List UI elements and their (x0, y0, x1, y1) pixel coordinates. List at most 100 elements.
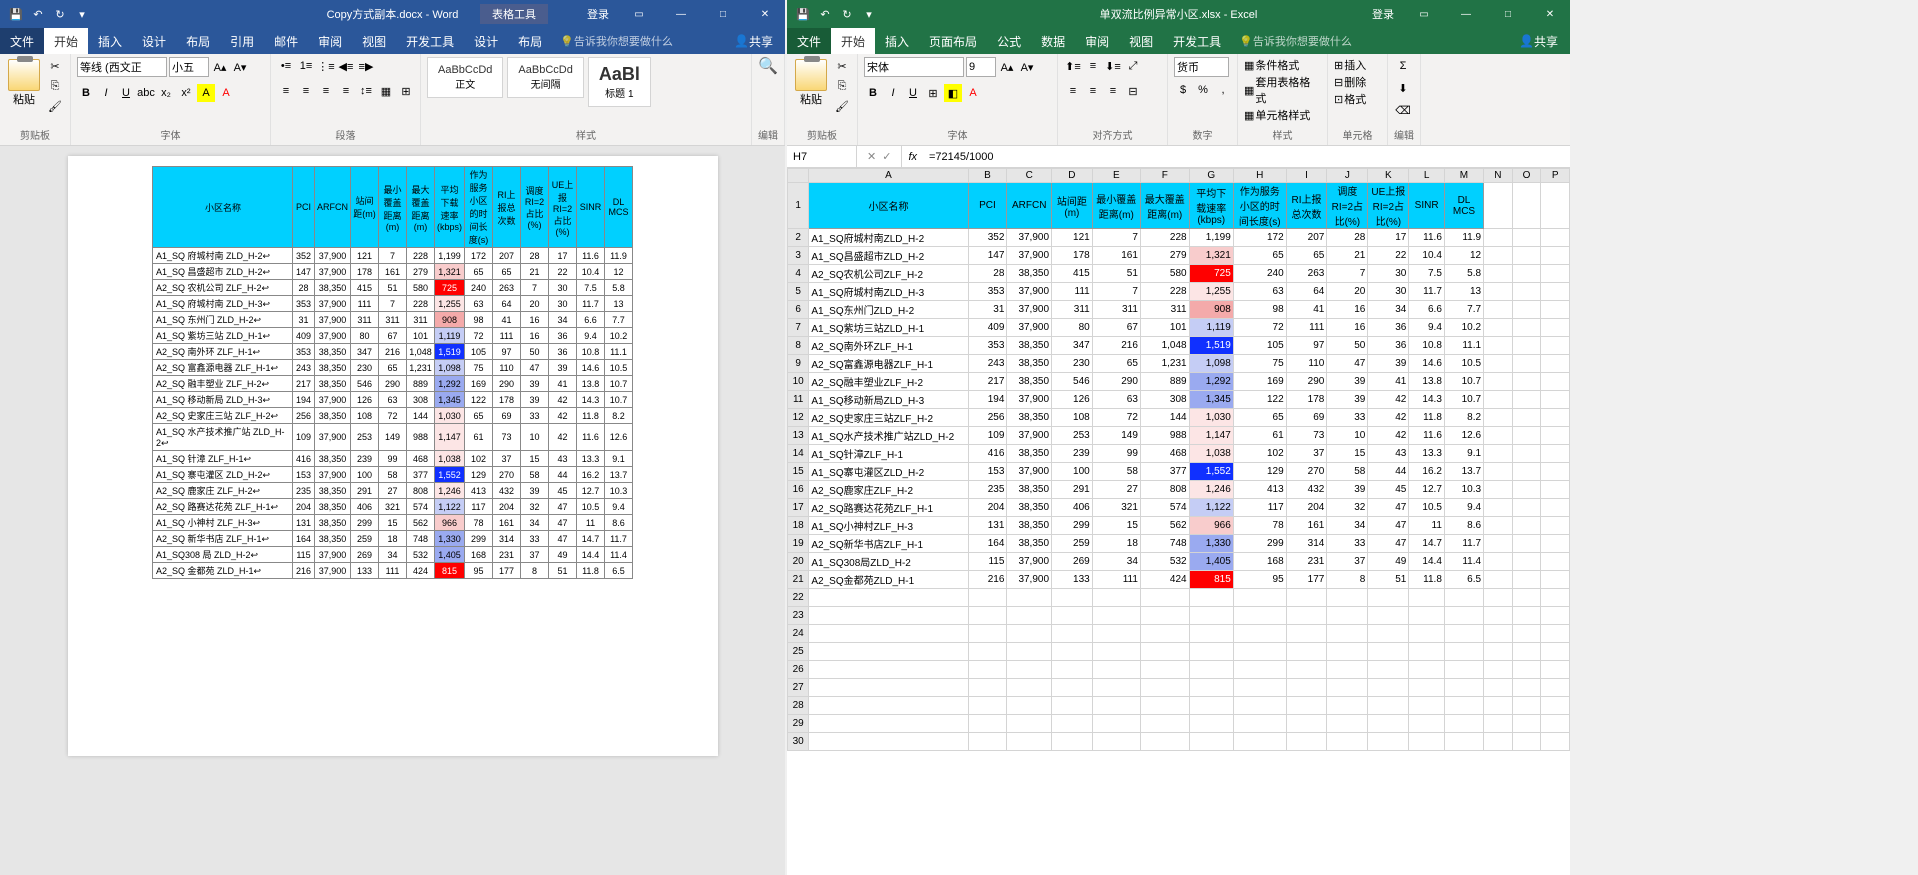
cell[interactable]: 38,350 (1007, 499, 1052, 517)
cell[interactable] (1512, 697, 1541, 715)
cell[interactable]: 10.8 (577, 344, 605, 360)
cell-name[interactable]: A1_SQ小神村ZLF_H-3 (809, 517, 968, 535)
cell[interactable] (1541, 445, 1570, 463)
cell-name[interactable]: A2_SQ鹿家庄ZLF_H-2 (809, 481, 968, 499)
cell[interactable]: 194 (968, 391, 1007, 409)
copy-icon[interactable]: ⎘ (46, 77, 64, 95)
cell[interactable] (1541, 391, 1570, 409)
cell[interactable]: 65 (379, 360, 407, 376)
cell[interactable] (1541, 337, 1570, 355)
cell[interactable] (1409, 607, 1445, 625)
cell[interactable]: 43 (1368, 445, 1409, 463)
cell[interactable]: 44 (549, 467, 577, 483)
cell[interactable]: 11.9 (1444, 229, 1483, 247)
cell[interactable]: 33 (1327, 535, 1368, 553)
table-row[interactable]: A1_SQ 移动新局 ZLD_H-3↩19437,900126633081,34… (153, 392, 633, 408)
cell[interactable]: 432 (493, 483, 521, 499)
menu-file[interactable]: 文件 (0, 28, 44, 54)
cell[interactable]: 299 (1233, 535, 1286, 553)
cell[interactable]: 11.6 (1409, 229, 1445, 247)
row-header[interactable]: 18 (788, 517, 809, 535)
cell[interactable] (1368, 679, 1409, 697)
cell[interactable]: 33 (521, 408, 549, 424)
cell[interactable] (1512, 463, 1541, 481)
cell[interactable] (1189, 643, 1233, 661)
cell[interactable]: 259 (351, 531, 379, 547)
cell[interactable]: 37,900 (1007, 553, 1052, 571)
cell[interactable]: 889 (1140, 373, 1189, 391)
table-row[interactable]: A1_SQ 东州门 ZLD_H-2↩3137,90031131131190898… (153, 312, 633, 328)
cell[interactable]: 131 (293, 515, 315, 531)
cut-icon[interactable]: ✂ (833, 57, 851, 75)
cell[interactable] (1512, 265, 1541, 283)
cell[interactable]: 38,350 (315, 451, 351, 467)
cell[interactable]: 126 (351, 392, 379, 408)
cell[interactable]: 1,519 (1189, 337, 1233, 355)
cell[interactable] (1007, 643, 1052, 661)
cell[interactable]: 194 (293, 392, 315, 408)
cell[interactable] (1286, 643, 1327, 661)
cell[interactable]: 164 (968, 535, 1007, 553)
cell[interactable]: 15 (521, 451, 549, 467)
cell[interactable]: 9.1 (605, 451, 633, 467)
login-button[interactable]: 登录 (1364, 6, 1402, 22)
table-row[interactable]: A2_SQ 农机公司 ZLF_H-2↩2838,3504155158072524… (153, 280, 633, 296)
table-row[interactable]: A2_SQ 鹿家庄 ZLF_H-2↩23538,350291278081,246… (153, 483, 633, 499)
table-row[interactable]: 16A2_SQ鹿家庄ZLF_H-223538,350291278081,2464… (788, 481, 1570, 499)
italic-button[interactable]: I (97, 84, 115, 102)
cell-name[interactable]: A2_SQ 金都苑 ZLD_H-1↩ (153, 563, 293, 579)
cell[interactable]: 11.7 (1444, 535, 1483, 553)
cell[interactable]: 161 (493, 515, 521, 531)
cell[interactable]: 228 (1140, 283, 1189, 301)
cell[interactable] (1512, 571, 1541, 589)
inc-indent-icon[interactable]: ≡▶ (357, 57, 375, 75)
header-cell[interactable]: 小区名称 (809, 183, 968, 229)
cell[interactable]: 1,199 (1189, 229, 1233, 247)
cell[interactable] (1444, 625, 1483, 643)
cell[interactable]: 1,255 (435, 296, 465, 312)
table-row[interactable]: A1_SQ 寨屯灌区 ZLD_H-2↩15337,900100583771,55… (153, 467, 633, 483)
cell[interactable]: 149 (379, 424, 407, 451)
row-header[interactable]: 1 (788, 183, 809, 229)
cell[interactable]: 147 (293, 264, 315, 280)
cell[interactable] (1052, 661, 1093, 679)
cell[interactable]: 37,900 (315, 296, 351, 312)
cell[interactable]: 121 (1052, 229, 1093, 247)
cell[interactable]: 10.7 (605, 376, 633, 392)
cell[interactable]: 129 (1233, 463, 1286, 481)
minimize-icon[interactable]: — (661, 0, 701, 28)
cell[interactable] (1327, 697, 1368, 715)
cell[interactable]: 15 (1092, 517, 1140, 535)
cell[interactable] (1484, 625, 1513, 643)
table-row[interactable]: 11A1_SQ移动新局ZLD_H-319437,900126633081,345… (788, 391, 1570, 409)
cell[interactable]: 126 (1052, 391, 1093, 409)
cell[interactable]: 101 (1140, 319, 1189, 337)
row-header[interactable]: 2 (788, 229, 809, 247)
cell[interactable]: 889 (407, 376, 435, 392)
cell-name[interactable]: A1_SQ水产技术推广站ZLD_H-2 (809, 427, 968, 445)
col-header[interactable]: A (809, 169, 968, 183)
orientation-icon[interactable]: ⤢ (1124, 57, 1142, 75)
header-cell[interactable]: 最大覆盖距离(m) (1140, 183, 1189, 229)
cell[interactable]: 14.4 (1409, 553, 1445, 571)
cell[interactable]: 204 (968, 499, 1007, 517)
cell[interactable] (1140, 607, 1189, 625)
cell[interactable]: 409 (968, 319, 1007, 337)
cell[interactable]: 16 (521, 312, 549, 328)
cell[interactable]: 230 (351, 360, 379, 376)
cell[interactable] (1092, 679, 1140, 697)
cell[interactable]: 815 (1189, 571, 1233, 589)
cell[interactable] (1007, 733, 1052, 751)
cell[interactable]: 1,255 (1189, 283, 1233, 301)
cell[interactable]: 11.6 (1409, 427, 1445, 445)
cell[interactable]: 31 (293, 312, 315, 328)
autosum-icon[interactable]: Σ (1394, 57, 1412, 75)
cell[interactable]: 216 (1092, 337, 1140, 355)
cell[interactable]: 256 (968, 409, 1007, 427)
cell[interactable]: 10.3 (1444, 481, 1483, 499)
align-left-icon[interactable]: ≡ (277, 82, 295, 100)
cell[interactable]: 13.8 (1409, 373, 1445, 391)
header-cell[interactable]: 调度RI=2占比(%) (1327, 183, 1368, 229)
cell[interactable] (1007, 661, 1052, 679)
cell[interactable] (1286, 733, 1327, 751)
